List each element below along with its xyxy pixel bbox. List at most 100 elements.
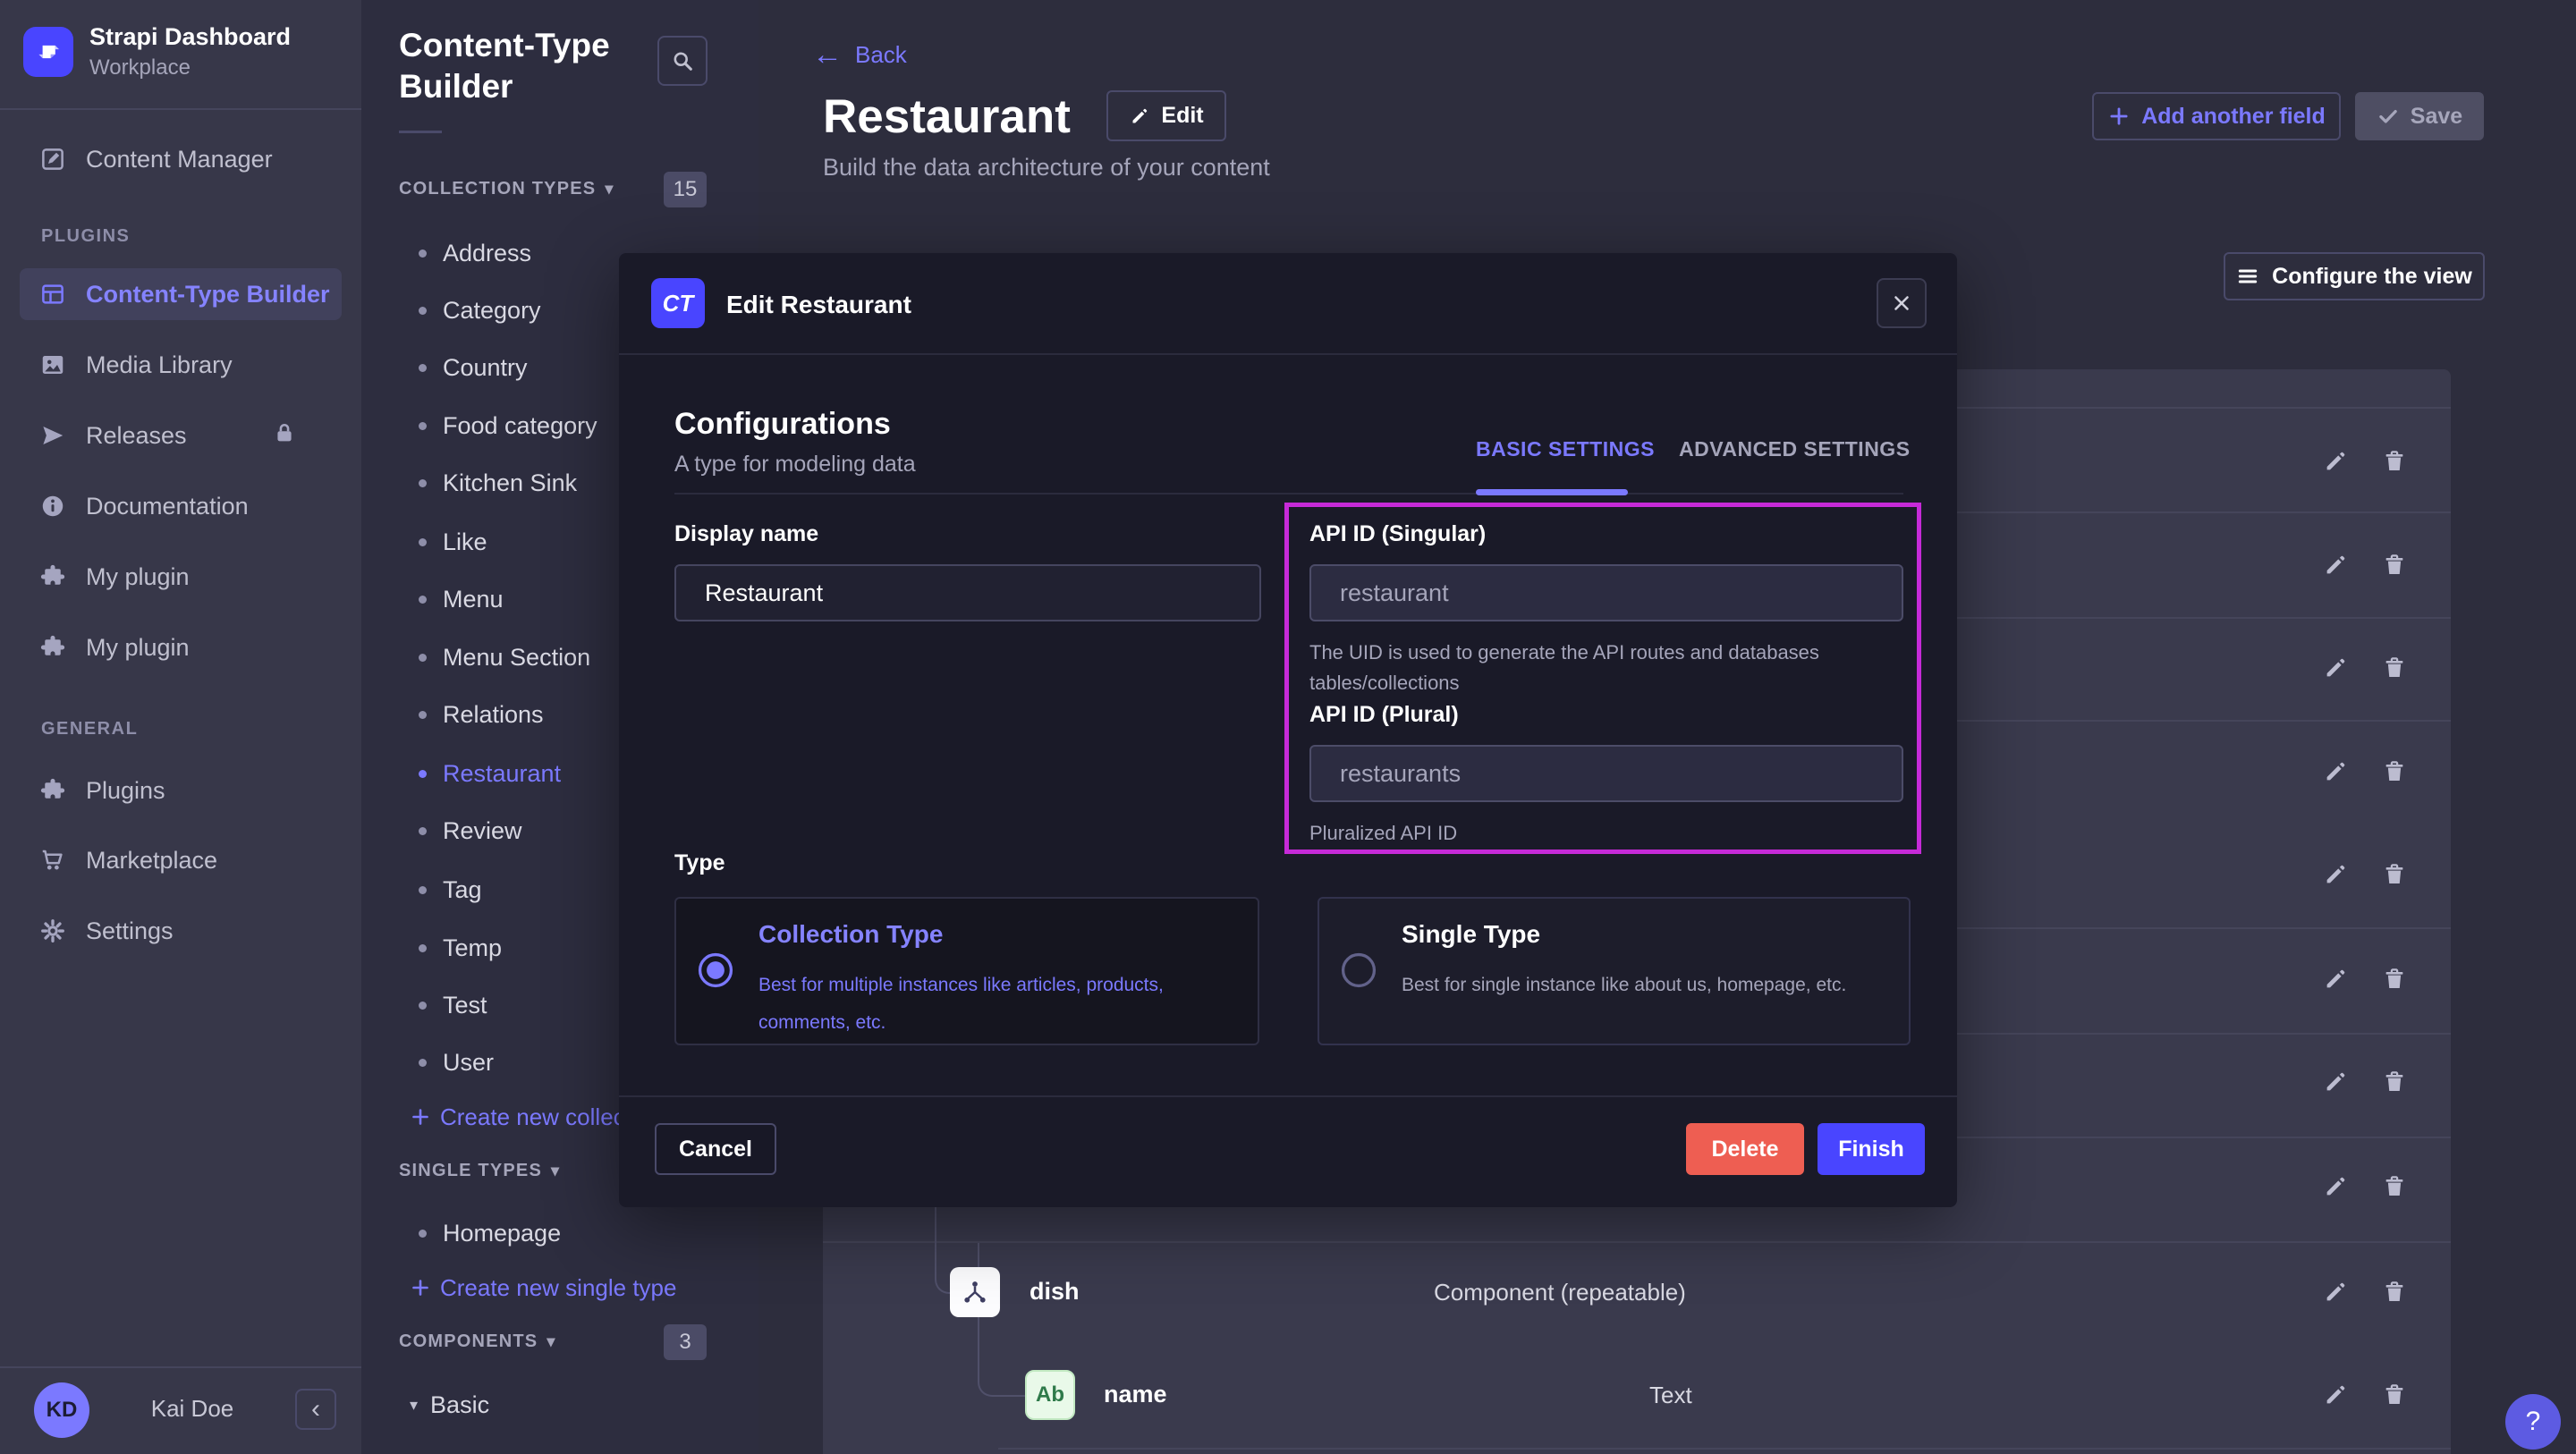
nav-item-releases[interactable]: Releases <box>20 410 342 461</box>
collection-type-card[interactable]: Collection Type Best for multiple instan… <box>674 897 1259 1045</box>
pencil-icon[interactable] <box>2322 448 2349 475</box>
components-header[interactable]: COMPONENTS▾ <box>399 1331 556 1352</box>
api-id-plural-help: Pluralized API ID <box>1309 818 1903 849</box>
pencil-icon[interactable] <box>2322 966 2349 993</box>
pencil-icon[interactable] <box>2322 1173 2349 1200</box>
modal-footer-divider <box>619 1095 1957 1097</box>
trash-icon[interactable] <box>2381 448 2408 475</box>
row-actions <box>2322 552 2408 579</box>
trash-icon[interactable] <box>2381 655 2408 681</box>
nav-divider <box>0 108 361 110</box>
trash-icon[interactable] <box>2381 758 2408 785</box>
bullet-icon <box>419 249 427 258</box>
bullet-icon <box>419 422 427 430</box>
field-type: Text <box>1649 1382 1692 1409</box>
api-id-plural-input[interactable]: restaurants <box>1309 745 1903 802</box>
nav-item-my-plugin[interactable]: My plugin <box>20 621 342 673</box>
add-another-field-button[interactable]: Add another field <box>2092 92 2341 140</box>
save-button[interactable]: Save <box>2355 92 2484 140</box>
pen-square-icon <box>39 146 66 173</box>
create-single-type-link[interactable]: Create new single type <box>410 1270 676 1306</box>
user-name: Kai Doe <box>107 1395 277 1423</box>
row-actions <box>2322 1279 2408 1306</box>
single-type-title: Single Type <box>1402 920 1540 949</box>
back-link[interactable]: ←Back <box>812 39 907 70</box>
trash-icon[interactable] <box>2381 1069 2408 1095</box>
single-type-desc: Best for single instance like about us, … <box>1402 967 1846 1004</box>
user-avatar[interactable]: KD <box>34 1382 89 1438</box>
main-nav: Strapi Dashboard Workplace PLUGINS GENER… <box>0 0 361 1454</box>
trash-icon[interactable] <box>2381 1173 2408 1200</box>
lock-icon <box>272 420 297 445</box>
trash-icon[interactable] <box>2381 1279 2408 1306</box>
pencil-icon[interactable] <box>2322 758 2349 785</box>
nav-item-content-manager[interactable]: Content Manager <box>20 133 342 185</box>
type-label: Type <box>674 850 725 876</box>
search-button[interactable] <box>657 36 708 86</box>
api-id-singular-help: The UID is used to generate the API rout… <box>1309 638 1903 698</box>
chevron-down-icon: ▾ <box>547 1332 555 1351</box>
nav-item-marketplace[interactable]: Marketplace <box>20 834 342 886</box>
chevron-down-icon: ▾ <box>410 1396 418 1415</box>
puzzle-icon <box>39 777 66 804</box>
row-actions <box>2322 1069 2408 1095</box>
trash-icon[interactable] <box>2381 861 2408 888</box>
nav-item-content-type-builder[interactable]: Content-Type Builder <box>20 268 342 320</box>
pencil-icon[interactable] <box>2322 1069 2349 1095</box>
collection-type-title: Collection Type <box>758 920 943 949</box>
trash-icon[interactable] <box>2381 552 2408 579</box>
delete-button[interactable]: Delete <box>1686 1123 1804 1175</box>
row-actions <box>2322 1173 2408 1200</box>
pencil-icon[interactable] <box>2322 552 2349 579</box>
row-actions <box>2322 448 2408 475</box>
nav-item-settings[interactable]: Settings <box>20 905 342 957</box>
pencil-icon[interactable] <box>2322 1382 2349 1408</box>
api-id-singular-input[interactable]: restaurant <box>1309 564 1903 621</box>
display-name-input[interactable]: Restaurant <box>674 564 1261 621</box>
bullet-icon <box>419 1230 427 1238</box>
component-category-basic[interactable]: ▾Basic <box>410 1387 489 1423</box>
layout-icon <box>39 281 66 308</box>
nav-item-documentation[interactable]: Documentation <box>20 480 342 532</box>
close-button[interactable] <box>1877 278 1927 328</box>
help-button[interactable]: ? <box>2505 1394 2561 1450</box>
strapi-logo-icon[interactable] <box>23 27 73 77</box>
single-type-item-homepage[interactable]: Homepage <box>361 1215 758 1251</box>
single-type-card[interactable]: Single Type Best for single instance lik… <box>1318 897 1911 1045</box>
bullet-icon <box>419 364 427 372</box>
collapse-nav-button[interactable]: ‹ <box>295 1389 336 1430</box>
cancel-button[interactable]: Cancel <box>655 1123 776 1175</box>
nav-item-plugins[interactable]: Plugins <box>20 765 342 816</box>
pencil-icon[interactable] <box>2322 861 2349 888</box>
bullet-icon <box>419 307 427 315</box>
radio-selected-icon[interactable] <box>696 951 735 990</box>
row-actions <box>2322 861 2408 888</box>
component-field-icon <box>950 1267 1000 1317</box>
tab-basic-settings[interactable]: BASIC SETTINGS <box>1476 437 1655 461</box>
collection-type-desc: Best for multiple instances like article… <box>758 967 1246 1042</box>
finish-button[interactable]: Finish <box>1818 1123 1925 1175</box>
active-tab-indicator <box>1476 489 1628 495</box>
nav-item-my-plugin[interactable]: My plugin <box>20 551 342 603</box>
puzzle-icon <box>39 563 66 590</box>
tab-advanced-settings[interactable]: ADVANCED SETTINGS <box>1679 437 1911 461</box>
single-types-header[interactable]: SINGLE TYPES▾ <box>399 1161 560 1181</box>
pencil-icon[interactable] <box>2322 655 2349 681</box>
modal-subheading: A type for modeling data <box>674 452 916 478</box>
radio-unselected-icon[interactable] <box>1339 951 1378 990</box>
pencil-icon[interactable] <box>2322 1279 2349 1306</box>
components-count: 3 <box>664 1324 707 1360</box>
collection-types-count: 15 <box>664 172 707 207</box>
page-subtitle: Build the data architecture of your cont… <box>823 154 1270 182</box>
collection-types-header[interactable]: COLLECTION TYPES▾ <box>399 179 614 199</box>
trash-icon[interactable] <box>2381 1382 2408 1408</box>
edit-button[interactable]: Edit <box>1106 90 1226 141</box>
content-type-badge: CT <box>651 278 705 328</box>
modal-heading: Configurations <box>674 407 891 442</box>
trash-icon[interactable] <box>2381 966 2408 993</box>
gear-icon <box>39 917 66 944</box>
row-actions <box>2322 966 2408 993</box>
configure-the-view-button[interactable]: Configure the view <box>2224 252 2485 300</box>
nav-item-media-library[interactable]: Media Library <box>20 339 342 391</box>
bullet-icon <box>419 770 427 778</box>
